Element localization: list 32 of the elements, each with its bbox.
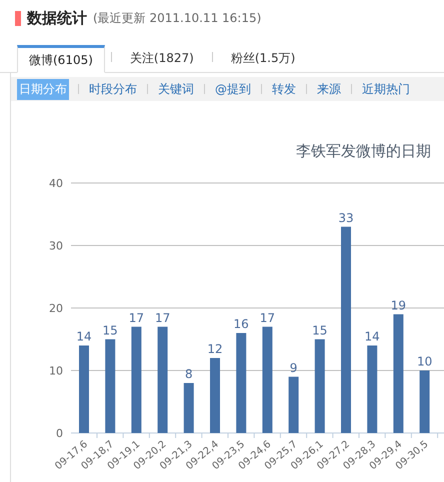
chart-title: 李铁军发微博的日期 xyxy=(296,142,431,160)
last-updated: (最近更新 2011.10.11 16:15) xyxy=(93,10,262,26)
axis-tick-label: 20 xyxy=(49,302,63,315)
bar-value-label: 17 xyxy=(154,310,170,325)
axis-tick-label: 40 xyxy=(49,177,63,190)
axis-tick-label: 10 xyxy=(49,364,63,378)
bar-value-label: 15 xyxy=(312,323,328,338)
bar-value-label: 14 xyxy=(364,330,380,344)
bar-value-label: 16 xyxy=(234,317,249,331)
axis-tick-label: 0 xyxy=(56,427,63,440)
filter-tab[interactable]: 关键词 xyxy=(157,78,195,100)
bar-value-label: 14 xyxy=(76,330,92,344)
bar-value-label: 12 xyxy=(207,342,223,356)
filter-tab[interactable]: 来源 xyxy=(316,78,342,100)
tab[interactable]: 微博(6105) xyxy=(17,45,105,73)
bar-value-label: 15 xyxy=(102,323,118,338)
filter-tab[interactable]: @提到 xyxy=(214,78,252,100)
bar-value-label: 9 xyxy=(290,360,298,375)
filter-tab[interactable]: 转发 xyxy=(271,78,297,100)
bar-value-label: 33 xyxy=(338,210,354,225)
tab[interactable]: 关注(1827) xyxy=(118,43,206,73)
header-marker xyxy=(15,10,21,26)
section-title: 数据统计 xyxy=(27,8,87,28)
filter-tab[interactable]: 近期热门 xyxy=(361,78,411,100)
bar-value-label: 10 xyxy=(416,354,432,368)
bar-value-label: 19 xyxy=(390,298,406,312)
tab[interactable]: 粉丝(1.5万) xyxy=(218,43,308,73)
bar-value-label: 17 xyxy=(128,310,144,325)
filter-tab[interactable]: 时段分布 xyxy=(88,78,138,100)
axis-tick-label: 30 xyxy=(49,240,63,252)
bar-value-label: 17 xyxy=(260,310,276,325)
bar-value-label: 8 xyxy=(184,367,193,381)
